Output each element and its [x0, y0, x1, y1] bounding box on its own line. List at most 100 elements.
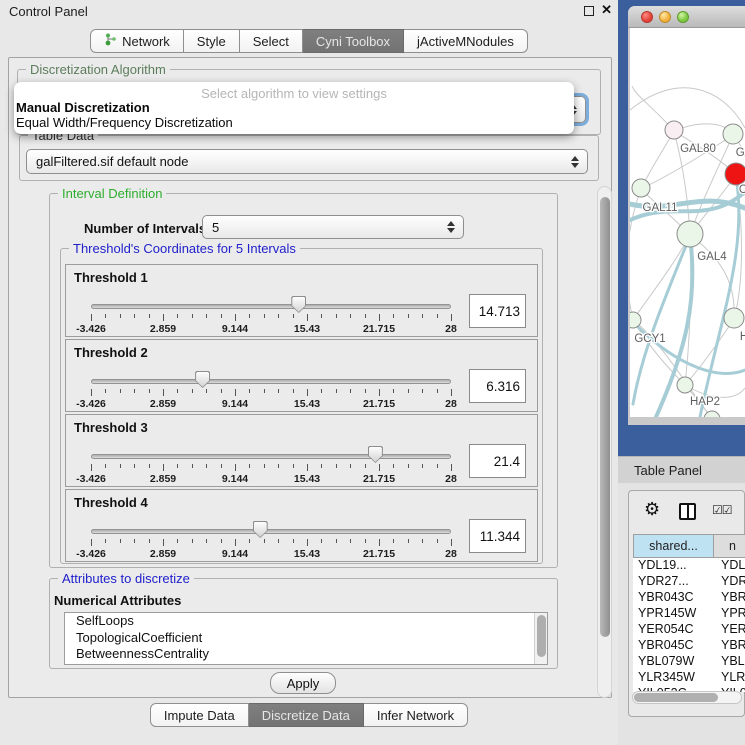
attribute-list-item[interactable]: TopologicalCoefficient: [65, 630, 547, 647]
network-node-gal4[interactable]: [677, 221, 703, 247]
slider-track[interactable]: [91, 379, 451, 384]
cell-shared-name[interactable]: YER054C: [633, 622, 714, 638]
table-row[interactable]: YBR043CYBR0: [633, 590, 745, 606]
scrollbar-thumb[interactable]: [600, 197, 610, 637]
split-columns-icon[interactable]: [679, 503, 696, 520]
apply-button[interactable]: Apply: [270, 672, 336, 694]
network-node-gcy1[interactable]: [630, 312, 641, 328]
table-row[interactable]: YBL079WYBL0: [633, 654, 745, 670]
node-label: GA: [736, 147, 745, 159]
close-icon[interactable]: ✕: [601, 2, 612, 18]
threshold-value-field[interactable]: 21.4: [469, 444, 526, 478]
column-header-shared-name[interactable]: shared...: [633, 534, 714, 558]
slider-tick-label: -3.426: [59, 473, 123, 485]
network-node-gal80[interactable]: [665, 121, 683, 139]
network-node-h[interactable]: [724, 308, 744, 328]
cell-shared-name[interactable]: YPR145W: [633, 606, 714, 622]
network-window-titlebar[interactable]: [628, 6, 745, 28]
slider-tick: [264, 539, 265, 543]
numerical-attributes-list[interactable]: SelfLoopsTopologicalCoefficientBetweenne…: [64, 612, 548, 665]
slider-track[interactable]: [91, 454, 451, 459]
dropdown-option-equal-width[interactable]: Equal Width/Frequency Discretization: [16, 115, 233, 130]
slider-tick: [336, 389, 337, 393]
cell-shared-name[interactable]: YBL079W: [633, 654, 714, 670]
window-minimize-button[interactable]: [659, 11, 671, 23]
slider-tick: [221, 389, 222, 393]
panel-scrollbar[interactable]: [597, 186, 612, 698]
scrollbar-thumb[interactable]: [537, 615, 546, 657]
checkbox-icons[interactable]: ☑☑: [712, 503, 732, 517]
threshold-value-field[interactable]: 11.344: [469, 519, 526, 553]
threshold-value-field[interactable]: 14.713: [469, 294, 526, 328]
cell-name[interactable]: YBR0: [714, 590, 745, 606]
tab-cyni-toolbox[interactable]: Cyni Toolbox: [303, 29, 404, 53]
column-header-name[interactable]: n: [714, 534, 745, 558]
table-data-group: Table Data galFiltered.sif default node: [19, 135, 599, 181]
list-scrollbar[interactable]: [534, 613, 547, 664]
float-window-icon[interactable]: [584, 6, 594, 16]
cell-name[interactable]: YBR0: [714, 638, 745, 654]
threshold-label: Threshold 4: [74, 495, 148, 510]
dropdown-option-manual[interactable]: Manual Discretization: [16, 100, 150, 115]
slider-track[interactable]: [91, 529, 451, 534]
gear-icon[interactable]: ⚙: [644, 499, 660, 520]
slider-tick: [350, 314, 351, 318]
tab-style[interactable]: Style: [184, 29, 240, 53]
network-edge[interactable]: [630, 189, 641, 320]
network-edge[interactable]: [690, 235, 734, 319]
threshold-panel-4: Threshold 4-3.4262.8599.14415.4321.71528…: [65, 489, 538, 562]
tab-select[interactable]: Select: [240, 29, 303, 53]
window-close-button[interactable]: [641, 11, 653, 23]
attribute-list-item[interactable]: SelfLoops: [65, 613, 547, 630]
table-row[interactable]: YDL19...YDL1: [633, 558, 745, 574]
threshold-label: Threshold 1: [74, 270, 148, 285]
network-node-c[interactable]: [725, 163, 745, 185]
cell-name[interactable]: YDR2: [714, 574, 745, 590]
slider-track[interactable]: [91, 304, 451, 309]
tab-impute-data[interactable]: Impute Data: [150, 703, 249, 727]
threshold-value-field[interactable]: 6.316: [469, 369, 526, 403]
cell-name[interactable]: YER0: [714, 622, 745, 638]
table-row[interactable]: YPR145WYPR1: [633, 606, 745, 622]
cell-name[interactable]: YDL1: [714, 558, 745, 574]
slider-tick: [365, 464, 366, 468]
cell-shared-name[interactable]: YDL19...: [633, 558, 714, 574]
cell-name[interactable]: YBL0: [714, 654, 745, 670]
table-row[interactable]: YER054CYER0: [633, 622, 745, 638]
tab-infer-network[interactable]: Infer Network: [364, 703, 468, 727]
attribute-list-item[interactable]: BetweennessCentrality: [65, 646, 547, 663]
tab-jactivemnodules[interactable]: jActiveMNodules: [404, 29, 528, 53]
scrollbar-thumb[interactable]: [634, 693, 718, 702]
slider-thumb[interactable]: [291, 296, 306, 313]
cell-shared-name[interactable]: YLR345W: [633, 670, 714, 686]
slider-thumb[interactable]: [253, 521, 268, 538]
window-zoom-button[interactable]: [677, 11, 689, 23]
slider-thumb[interactable]: [195, 371, 210, 388]
tab-network[interactable]: Network: [90, 29, 184, 53]
table-row[interactable]: YLR345WYLR3: [633, 670, 745, 686]
number-of-intervals-combobox[interactable]: 5: [202, 215, 464, 239]
cell-name[interactable]: YLR3: [714, 670, 745, 686]
cell-shared-name[interactable]: YDR27...: [633, 574, 714, 590]
network-node-ga[interactable]: [723, 124, 743, 144]
table-row[interactable]: YBR045CYBR0: [633, 638, 745, 654]
slider-tick: [379, 389, 380, 396]
cell-name[interactable]: YPR1: [714, 606, 745, 622]
tab-discretize-data[interactable]: Discretize Data: [249, 703, 364, 727]
slider-thumb[interactable]: [368, 446, 383, 463]
cell-shared-name[interactable]: YBR045C: [633, 638, 714, 654]
network-canvas[interactable]: GAL80GACGAL11GAL4GCY1HHAP2: [630, 28, 745, 417]
cell-shared-name[interactable]: YBR043C: [633, 590, 714, 606]
slider-tick: [105, 464, 106, 468]
slider-tick: [307, 464, 308, 471]
slider-tick: [408, 389, 409, 393]
slider-tick: [177, 389, 178, 393]
network-node-hap2[interactable]: [677, 377, 693, 393]
network-node-gal11[interactable]: [632, 179, 650, 197]
table-horizontal-scrollbar[interactable]: [632, 691, 742, 704]
slider-tick: [365, 389, 366, 393]
network-edge[interactable]: [630, 88, 745, 128]
table-data-combobox[interactable]: galFiltered.sif default node: [26, 149, 588, 174]
table-row[interactable]: YDR27...YDR2: [633, 574, 745, 590]
interval-definition-group: Interval Definition Number of Intervals …: [49, 193, 558, 568]
